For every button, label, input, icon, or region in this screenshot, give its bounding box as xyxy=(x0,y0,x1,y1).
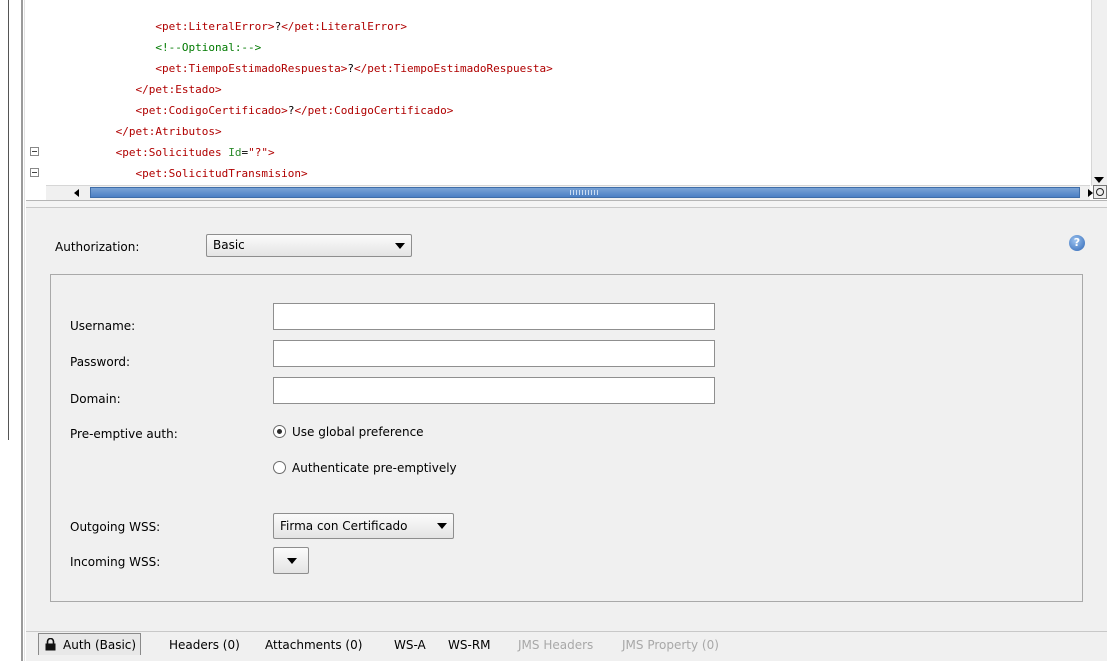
domain-input[interactable] xyxy=(273,377,715,404)
code-token: <pet:TiempoEstimadoRespuesta> xyxy=(155,62,348,75)
code-token: Id xyxy=(228,146,242,159)
code-token: <pet:SolicitudTransmision> xyxy=(135,167,308,180)
radio-global-preference[interactable]: Use global preference xyxy=(273,425,424,439)
tab-ws-a[interactable]: WS-A xyxy=(394,638,426,652)
lock-icon xyxy=(45,638,56,651)
fold-toggle-icon[interactable] xyxy=(30,147,39,156)
code-line[interactable]: <!--Optional:--> xyxy=(56,41,261,54)
vertical-scrollbar[interactable] xyxy=(1091,0,1107,186)
code-token: </pet:Atributos> xyxy=(115,125,222,138)
radio-global-label: Use global preference xyxy=(292,425,424,439)
code-line[interactable]: <pet:LiteralError>?</pet:LiteralError> xyxy=(56,20,407,33)
tab-jms-property[interactable]: JMS Property (0) xyxy=(622,638,719,652)
tab-auth-label: Auth (Basic) xyxy=(63,638,137,652)
left-margin-rule xyxy=(8,0,9,440)
tab-attachments[interactable]: Attachments (0) xyxy=(265,638,362,652)
preemptive-label: Pre-emptive auth: xyxy=(70,427,178,441)
code-token: <pet:LiteralError> xyxy=(155,20,275,33)
tab-auth[interactable]: Auth (Basic) xyxy=(38,633,142,655)
authorization-label: Authorization: xyxy=(55,240,140,254)
request-tabs: Auth (Basic) Headers (0) Attachments (0)… xyxy=(26,628,1107,661)
domain-label: Domain: xyxy=(70,392,121,406)
code-token: "?" xyxy=(248,146,268,159)
find-icon[interactable] xyxy=(1093,185,1107,199)
fold-toggle-icon[interactable] xyxy=(30,168,39,177)
code-token: </pet:Estado> xyxy=(135,83,222,96)
code-token: </pet:LiteralError> xyxy=(281,20,408,33)
scroll-thumb[interactable] xyxy=(90,187,1080,198)
code-token: </pet:TiempoEstimadoRespuesta> xyxy=(354,62,553,75)
code-token: </pet:CodigoCertificado> xyxy=(294,104,454,117)
chevron-down-icon xyxy=(395,243,405,249)
radio-unselected-icon[interactable] xyxy=(273,461,286,474)
outgoing-wss-value: Firma con Certificado xyxy=(280,519,408,533)
code-token: > xyxy=(267,146,275,159)
code-line[interactable]: <pet:SolicitudTransmision> xyxy=(56,167,308,180)
code-token: <pet:Solicitudes xyxy=(115,146,229,159)
code-line[interactable]: <pet:CodigoCertificado>?</pet:CodigoCert… xyxy=(56,104,453,117)
radio-selected-icon[interactable] xyxy=(273,425,286,438)
outgoing-wss-select[interactable]: Firma con Certificado xyxy=(273,513,454,539)
xml-editor[interactable]: <pet:LiteralError>?</pet:LiteralError> <… xyxy=(26,0,1107,201)
authorization-value: Basic xyxy=(213,238,245,252)
password-input[interactable] xyxy=(273,340,715,367)
radio-authenticate-preemptively[interactable]: Authenticate pre-emptively xyxy=(273,461,457,475)
window-edge-highlight xyxy=(24,0,25,661)
code-line[interactable]: </pet:Estado> xyxy=(56,83,222,96)
panel-splitter[interactable] xyxy=(26,201,1107,208)
tab-headers[interactable]: Headers (0) xyxy=(169,638,240,652)
password-label: Password: xyxy=(70,355,131,369)
outgoing-wss-label: Outgoing WSS: xyxy=(70,520,161,534)
editor-gutter xyxy=(26,0,46,177)
incoming-wss-label: Incoming WSS: xyxy=(70,555,161,569)
help-icon[interactable]: ? xyxy=(1069,235,1085,251)
basic-auth-group: Username: Password: Domain: Pre-emptive … xyxy=(50,274,1083,602)
code-token: <pet:CodigoCertificado> xyxy=(135,104,288,117)
tab-ws-rm[interactable]: WS-RM xyxy=(448,638,491,652)
auth-panel: Authorization: Basic ? Username: Passwor… xyxy=(26,208,1107,628)
chevron-down-icon xyxy=(437,523,447,529)
scroll-grip xyxy=(570,190,600,195)
username-label: Username: xyxy=(70,319,136,333)
chevron-down-icon xyxy=(287,558,297,564)
tabs-divider xyxy=(26,631,1107,632)
tab-jms-headers[interactable]: JMS Headers xyxy=(518,638,593,652)
authorization-select[interactable]: Basic xyxy=(206,234,412,257)
code-line[interactable]: <pet:Solicitudes Id="?"> xyxy=(56,146,275,159)
scroll-down-icon[interactable] xyxy=(1094,177,1104,183)
incoming-wss-select[interactable] xyxy=(273,547,309,574)
username-input[interactable] xyxy=(273,303,715,330)
code-line[interactable]: </pet:Atributos> xyxy=(56,125,222,138)
radio-preemptive-label: Authenticate pre-emptively xyxy=(292,461,457,475)
window-edge xyxy=(21,0,23,661)
code-line[interactable]: <pet:TiempoEstimadoRespuesta>?</pet:Tiem… xyxy=(56,62,553,75)
scroll-left-icon[interactable] xyxy=(74,189,79,197)
horizontal-scrollbar[interactable] xyxy=(46,185,1093,200)
code-token: <!--Optional:--> xyxy=(155,41,262,54)
